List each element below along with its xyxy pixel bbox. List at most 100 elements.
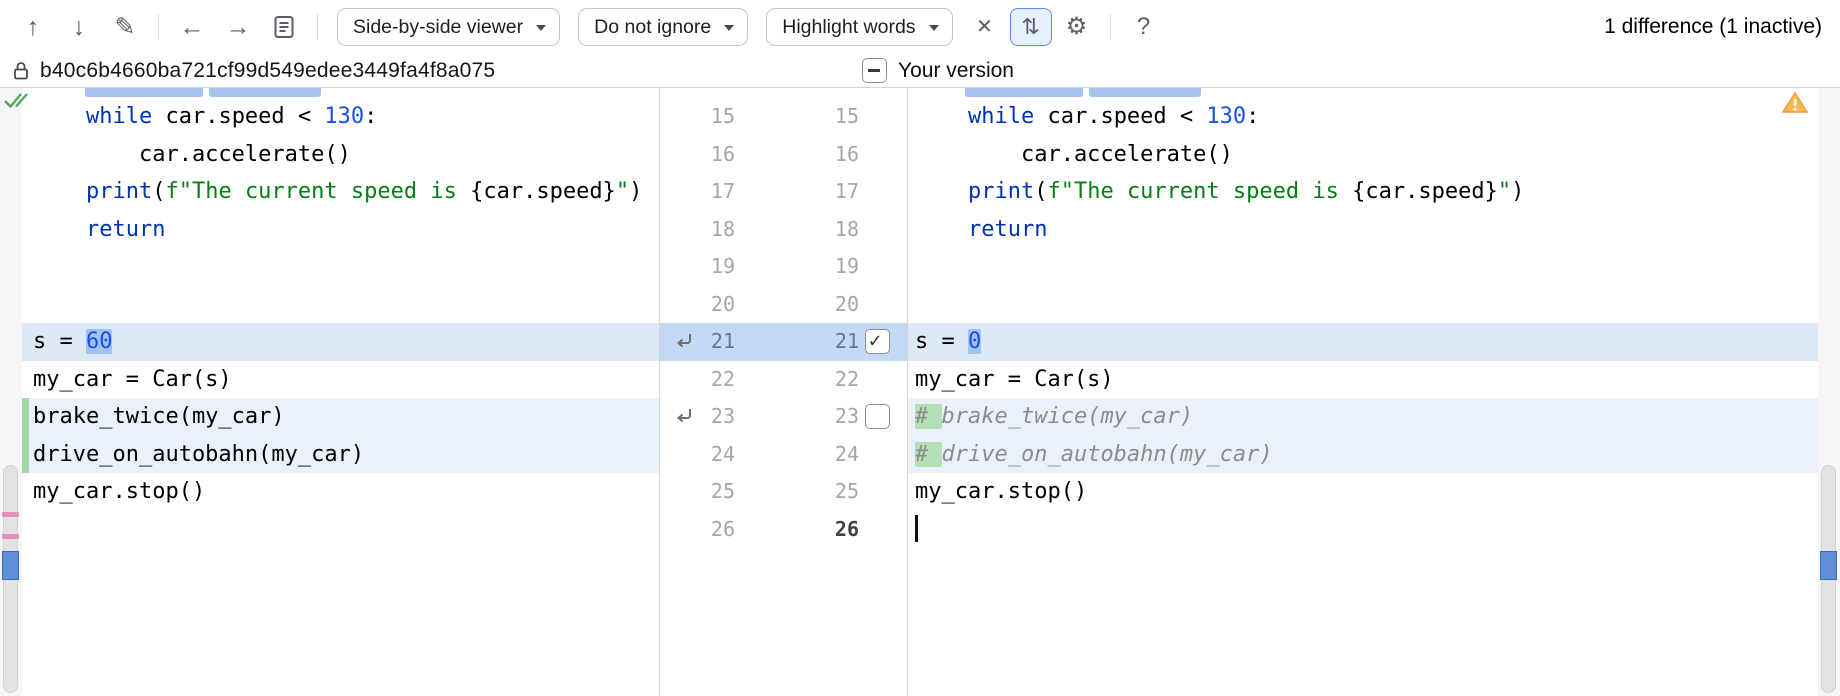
code-line[interactable]: s = 0 <box>908 323 1818 361</box>
toolbar-separator <box>317 14 318 40</box>
gutter-row: 2525 <box>660 473 907 511</box>
code-line[interactable]: brake_twice(my_car) <box>22 398 659 436</box>
code-line[interactable]: car.accelerate() <box>908 136 1818 174</box>
modified-line-marker[interactable] <box>2 534 19 539</box>
code-line[interactable]: while car.speed < 130: <box>22 98 659 136</box>
code-line[interactable] <box>908 286 1818 324</box>
code-line[interactable] <box>908 248 1818 286</box>
clipped-previous-line <box>908 88 1818 98</box>
code-token: car.accelerate() <box>915 142 1233 167</box>
code-token: while <box>968 104 1034 129</box>
code-token: {car.speed} <box>1352 179 1498 204</box>
arrow-right-icon: → <box>226 15 251 40</box>
compare-next-file-button[interactable]: → <box>217 8 259 46</box>
gutter-row: 1717 <box>660 173 907 211</box>
code-line[interactable]: my_car.stop() <box>22 473 659 511</box>
right-editor-lines: while car.speed < 130: car.accelerate() … <box>908 98 1818 548</box>
diff-toolbar: ↑ ↓ ✎ ← → Side-by-side viewer Do not ign… <box>0 0 1840 54</box>
right-editor[interactable]: while car.speed < 130: car.accelerate() … <box>908 88 1818 696</box>
inspections-ok-icon[interactable] <box>3 89 29 116</box>
modified-line-marker[interactable] <box>2 512 19 517</box>
code-line[interactable]: my_car = Car(s) <box>908 361 1818 399</box>
code-line[interactable] <box>22 511 659 549</box>
code-token: 130 <box>324 104 364 129</box>
line-number-left: 25 <box>711 473 735 511</box>
code-token <box>915 217 968 242</box>
code-line[interactable] <box>908 511 1818 549</box>
line-number-right: 23 <box>835 398 859 436</box>
line-number-left: 20 <box>711 286 735 324</box>
right-scrollbar-stripe[interactable] <box>1818 88 1840 696</box>
code-token: : <box>364 104 377 129</box>
code-line[interactable]: # brake_twice(my_car) <box>908 398 1818 436</box>
change-block-marker[interactable] <box>2 551 19 580</box>
code-line[interactable]: return <box>22 211 659 249</box>
previous-difference-button[interactable]: ↑ <box>12 8 54 46</box>
apply-change-icon[interactable] <box>673 331 695 351</box>
gutter-row: 1515 <box>660 98 907 136</box>
code-line[interactable]: car.accelerate() <box>22 136 659 174</box>
gutter-row: 2121 <box>660 323 907 361</box>
synchronize-scrolling-icon: ⇅ <box>1021 16 1039 38</box>
diff-viewer-window: ↑ ↓ ✎ ← → Side-by-side viewer Do not ign… <box>0 0 1840 696</box>
apply-change-icon[interactable] <box>673 406 695 426</box>
code-token: while <box>86 104 152 129</box>
code-token: brake_twice(my_car) <box>33 404 285 429</box>
compare-previous-file-button[interactable]: ← <box>171 8 213 46</box>
code-line[interactable]: my_car = Car(s) <box>22 361 659 399</box>
code-line[interactable]: drive_on_autobahn(my_car) <box>22 436 659 474</box>
help-icon: ? <box>1137 15 1150 39</box>
clipped-previous-line <box>22 88 659 98</box>
compare-with-clipboard-button[interactable] <box>263 8 305 46</box>
code-token: 60 <box>86 329 113 354</box>
left-editor[interactable]: while car.speed < 130: car.accelerate() … <box>22 88 660 696</box>
code-token: {car.speed} <box>470 179 616 204</box>
inserted-change-bar <box>22 398 29 436</box>
code-token: print <box>86 179 152 204</box>
toolbar-separator <box>158 14 159 40</box>
next-difference-button[interactable]: ↓ <box>58 8 100 46</box>
help-button[interactable]: ? <box>1123 8 1165 46</box>
line-number-right: 26 <box>835 511 859 549</box>
chevron-down-icon <box>929 25 939 31</box>
highlight-mode-dropdown[interactable]: Highlight words <box>766 8 952 46</box>
code-token: my_car = Car(s) <box>33 367 232 392</box>
line-number-left: 22 <box>711 361 735 399</box>
code-line[interactable]: while car.speed < 130: <box>908 98 1818 136</box>
code-token <box>915 179 968 204</box>
line-number-right: 21 <box>835 323 859 361</box>
code-line[interactable]: print(f"The current speed is {car.speed}… <box>908 173 1818 211</box>
difference-summary: 1 difference (1 inactive) <box>1604 15 1826 39</box>
synchronize-scrolling-button[interactable]: ⇅ <box>1010 8 1052 46</box>
code-line[interactable]: # drive_on_autobahn(my_car) <box>908 436 1818 474</box>
include-all-changes-checkbox[interactable] <box>862 58 887 83</box>
code-token: ) <box>629 179 642 204</box>
edit-source-button[interactable]: ✎ <box>104 8 146 46</box>
settings-button[interactable]: ⚙ <box>1056 8 1098 46</box>
viewer-mode-dropdown[interactable]: Side-by-side viewer <box>337 8 560 46</box>
code-line[interactable]: s = 60 <box>22 323 659 361</box>
code-line[interactable] <box>22 248 659 286</box>
right-file-title: Your version <box>898 59 1014 83</box>
code-token: # <box>915 442 942 467</box>
collapse-unchanged-button[interactable]: ✕ <box>964 8 1006 46</box>
inspection-warning-icon[interactable] <box>1782 91 1808 119</box>
chevron-down-icon <box>724 25 734 31</box>
line-number-left: 24 <box>711 436 735 474</box>
left-scrollbar-stripe[interactable] <box>0 88 22 696</box>
code-line[interactable]: print(f"The current speed is {car.speed}… <box>22 173 659 211</box>
change-block-marker[interactable] <box>1820 551 1837 580</box>
line-number-right: 24 <box>835 436 859 474</box>
code-token: 0 <box>968 329 981 354</box>
ignore-policy-dropdown[interactable]: Do not ignore <box>578 8 748 46</box>
include-change-checkbox[interactable] <box>865 329 890 354</box>
code-line[interactable]: my_car.stop() <box>908 473 1818 511</box>
line-number-left: 19 <box>711 248 735 286</box>
include-change-checkbox[interactable] <box>865 404 890 429</box>
code-token: s = <box>915 329 968 354</box>
code-line[interactable] <box>22 286 659 324</box>
code-token: my_car = Car(s) <box>915 367 1114 392</box>
code-line[interactable]: return <box>908 211 1818 249</box>
code-token: ) <box>1511 179 1524 204</box>
gutter-row: 2626 <box>660 511 907 549</box>
